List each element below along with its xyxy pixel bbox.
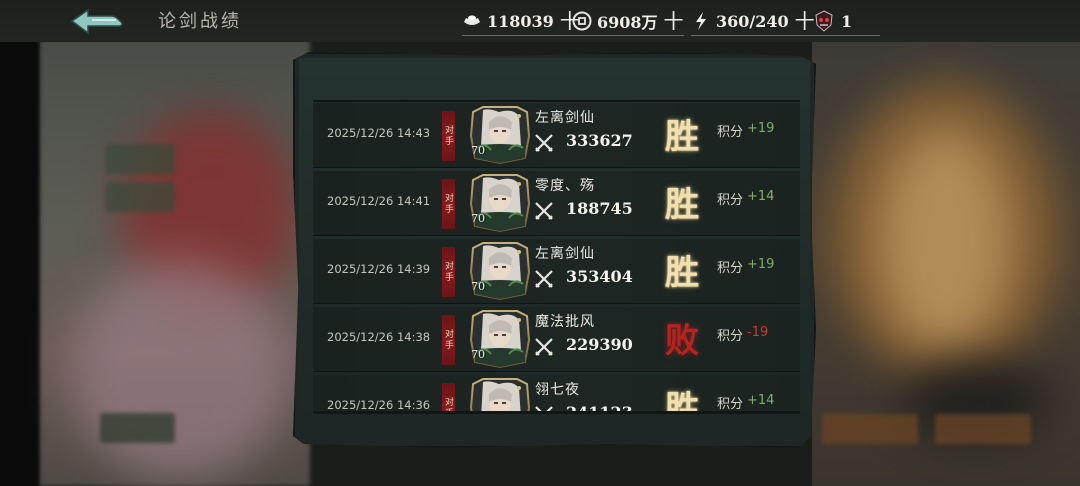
opponent-power: 188745 — [566, 199, 633, 218]
battle-time: 2025/12/26 14:43 — [327, 126, 431, 140]
points-change: +14 — [747, 189, 775, 204]
background-button-blur — [822, 414, 918, 444]
battle-record-row[interactable]: 2025/12/26 14:43 对手 70 左离剑仙 333627 胜 积分 … — [313, 103, 800, 168]
energy-amount: 360/240 — [716, 11, 789, 31]
list-bottom-divider — [313, 411, 800, 414]
resource-underline — [572, 35, 684, 36]
opponent-name: 左离剑仙 — [535, 246, 595, 262]
points-change: -19 — [747, 325, 769, 340]
points-change: +14 — [747, 393, 775, 408]
background-button-blur — [105, 182, 175, 212]
opponent-power: 333627 — [566, 131, 633, 150]
silver-ingot-icon — [462, 11, 482, 31]
opponent-level: 70 — [471, 280, 485, 293]
battle-record-row[interactable]: 2025/12/26 14:41 对手 70 零度、殇 188745 胜 积分 … — [313, 171, 800, 236]
crossed-swords-icon — [533, 336, 555, 358]
opponent-name: 左离剑仙 — [535, 110, 595, 126]
left-letterbox — [0, 0, 40, 486]
battle-result: 胜 — [665, 117, 699, 157]
battle-time: 2025/12/26 14:36 — [327, 398, 431, 412]
points-change: +19 — [747, 257, 775, 272]
battle-record-row[interactable]: 2025/12/26 14:39 对手 70 左离剑仙 353404 胜 积分 … — [313, 239, 800, 304]
resource-underline — [691, 35, 815, 36]
points-label: 积分 — [717, 125, 744, 140]
opponent-tag: 对手 — [442, 111, 455, 161]
demon-mask-icon — [812, 9, 836, 33]
resource-coin[interactable]: 6908万 十 — [572, 9, 684, 36]
crossed-swords-icon — [533, 132, 555, 154]
points-label: 积分 — [717, 261, 744, 276]
opponent-name: 零度、殇 — [535, 178, 595, 194]
points-label: 积分 — [717, 397, 744, 412]
background-button-blur — [105, 144, 175, 174]
coin-amount: 6908万 — [597, 13, 658, 32]
opponent-power: 229390 — [566, 335, 633, 354]
back-arrow-icon — [70, 8, 123, 35]
resource-mask[interactable]: 1 — [812, 9, 880, 36]
points-label: 积分 — [717, 329, 744, 344]
resource-energy[interactable]: 360/240 十 — [691, 9, 815, 36]
background-button-blur — [100, 413, 175, 443]
opponent-tag: 对手 — [442, 383, 455, 413]
battle-result: 败 — [665, 321, 699, 361]
battle-record-row[interactable]: 2025/12/26 14:36 对手 70 翎七夜 — [313, 375, 800, 413]
opponent-level: 70 — [471, 144, 485, 157]
battle-record-row[interactable]: 2025/12/26 14:38 对手 70 魔法批风 229390 败 积分 … — [313, 307, 800, 372]
opponent-tag: 对手 — [442, 247, 455, 297]
battle-time: 2025/12/26 14:38 — [327, 330, 431, 344]
silver-amount: 118039 — [487, 11, 554, 31]
battle-record-list[interactable]: 2025/12/26 14:43 对手 70 左离剑仙 333627 胜 积分 … — [313, 103, 800, 413]
opponent-power: 353404 — [566, 267, 633, 286]
opponent-tag: 对手 — [442, 179, 455, 229]
top-bar: 论剑战绩 118039 十 6908万 十 360/240 十 1 — [0, 0, 1080, 42]
mask-amount: 1 — [841, 11, 853, 31]
battle-result: 胜 — [665, 185, 699, 225]
battle-result: 胜 — [665, 253, 699, 293]
opponent-tag: 对手 — [442, 315, 455, 365]
resource-underline — [462, 35, 580, 36]
copper-coin-icon — [572, 11, 592, 31]
background-button-blur — [935, 414, 1031, 444]
battle-time: 2025/12/26 14:39 — [327, 262, 431, 276]
resource-silver[interactable]: 118039 十 — [462, 9, 580, 36]
opponent-name: 魔法批风 — [535, 314, 595, 330]
opponent-level: 70 — [471, 348, 485, 361]
points-change: +19 — [747, 121, 775, 136]
page-title: 论剑战绩 — [158, 11, 242, 32]
add-coin-button[interactable]: 十 — [664, 11, 684, 31]
opponent-name: 翎七夜 — [535, 382, 580, 398]
background-character-blur — [70, 260, 290, 480]
crossed-swords-icon — [533, 268, 555, 290]
opponent-avatar[interactable]: 70 — [469, 378, 531, 413]
avatar-portrait-icon — [469, 378, 531, 413]
opponent-avatar[interactable]: 70 — [469, 242, 531, 301]
battle-result: 胜 — [665, 389, 699, 413]
opponent-avatar[interactable]: 70 — [469, 310, 531, 369]
crossed-swords-icon — [533, 200, 555, 222]
opponent-level: 70 — [471, 212, 485, 225]
back-button[interactable] — [66, 6, 126, 38]
resource-underline — [812, 35, 880, 36]
list-top-divider — [313, 100, 800, 102]
opponent-avatar[interactable]: 70 — [469, 106, 531, 165]
battle-time: 2025/12/26 14:41 — [327, 194, 431, 208]
points-label: 积分 — [717, 193, 744, 208]
energy-bolt-icon — [691, 11, 711, 31]
background-emblem-core-blur — [880, 130, 1010, 350]
opponent-avatar[interactable]: 70 — [469, 174, 531, 233]
